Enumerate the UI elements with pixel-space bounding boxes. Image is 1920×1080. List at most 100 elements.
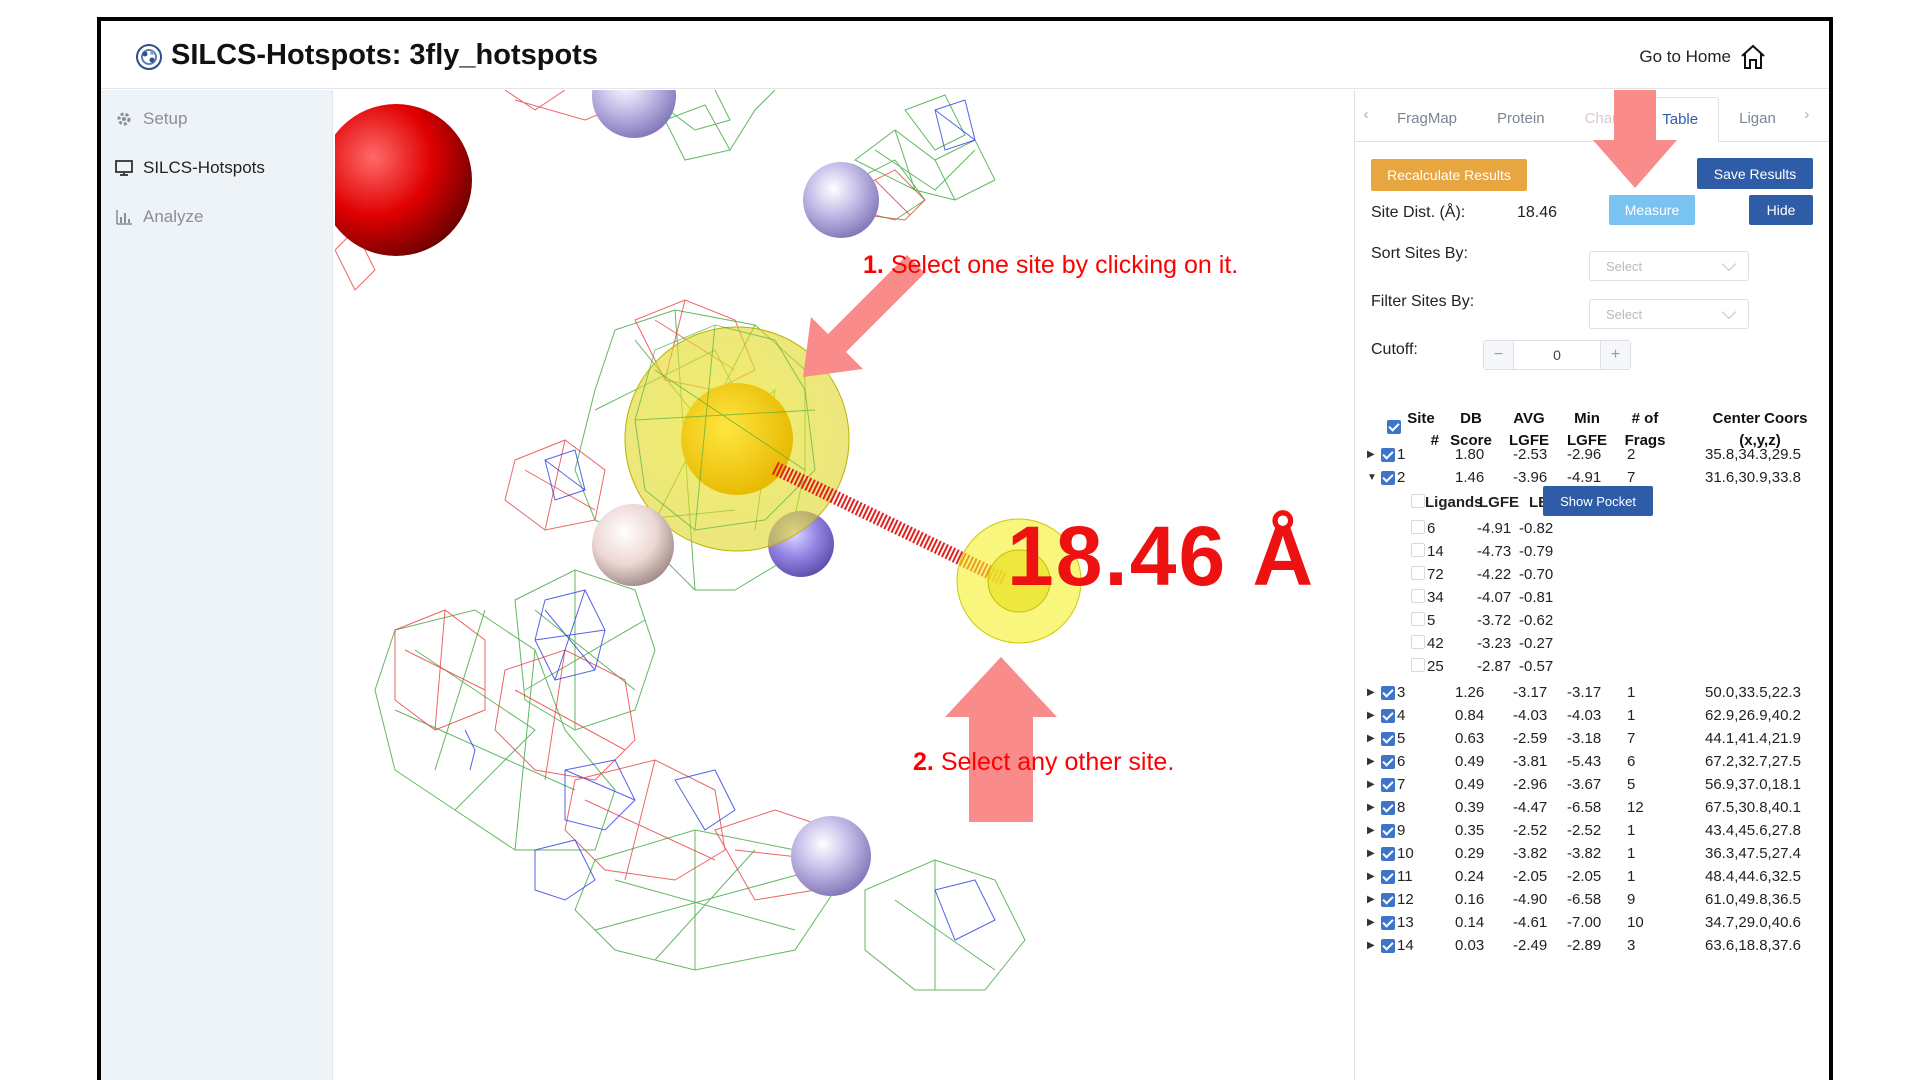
row-checkbox[interactable] bbox=[1381, 870, 1395, 884]
db-score: 1.46 bbox=[1455, 469, 1485, 486]
expand-caret-icon[interactable]: ▶ bbox=[1367, 820, 1375, 842]
table-row[interactable]: ▶ 1 1.80 -2.53 -2.96 2 35.8,34.3,29.5 bbox=[1365, 444, 1829, 466]
row-checkbox[interactable] bbox=[1381, 448, 1395, 462]
site-number: 7 bbox=[1397, 776, 1406, 793]
row-checkbox[interactable] bbox=[1381, 686, 1395, 700]
atom-sphere[interactable] bbox=[592, 504, 674, 586]
ligand-le: -0.62 bbox=[1519, 612, 1554, 629]
site-number: 4 bbox=[1397, 707, 1406, 724]
atom-sphere[interactable] bbox=[791, 816, 871, 896]
sidebar-item-silcs-hotspots[interactable]: SILCS-Hotspots bbox=[101, 143, 332, 192]
table-row[interactable]: ▶ 10 0.29 -3.82 -3.82 1 36.3,47.5,27.4 bbox=[1365, 843, 1829, 865]
expand-caret-icon[interactable]: ▶ bbox=[1367, 682, 1375, 704]
table-row[interactable]: ▶ 9 0.35 -2.52 -2.52 1 43.4,45.6,27.8 bbox=[1365, 820, 1829, 842]
avg-lgfe: -2.59 bbox=[1513, 730, 1548, 747]
ligand-checkbox[interactable] bbox=[1411, 658, 1425, 672]
table-row[interactable]: ▶ 5 0.63 -2.59 -3.18 7 44.1,41.4,21.9 bbox=[1365, 728, 1829, 750]
expand-caret-icon[interactable]: ▶ bbox=[1367, 444, 1375, 466]
expand-caret-icon[interactable]: ▶ bbox=[1367, 751, 1375, 773]
table-row[interactable]: ▶ 11 0.24 -2.05 -2.05 1 48.4,44.6,32.5 bbox=[1365, 866, 1829, 888]
collapse-caret-icon[interactable]: ▼ bbox=[1367, 467, 1377, 489]
atom-sphere[interactable] bbox=[803, 162, 879, 238]
table-row[interactable]: ▶ 7 0.49 -2.96 -3.67 5 56.9,37.0,18.1 bbox=[1365, 774, 1829, 796]
sort-select-placeholder: Select bbox=[1606, 258, 1643, 274]
center-coords: 67.5,30.8,40.1 bbox=[1705, 799, 1801, 816]
expand-caret-icon[interactable]: ▶ bbox=[1367, 797, 1375, 819]
table-row[interactable]: ▶ 3 1.26 -3.17 -3.17 1 50.0,33.5,22.3 bbox=[1365, 682, 1829, 704]
ligand-row[interactable]: 34 -4.07 -0.81 bbox=[1365, 587, 1665, 609]
expand-caret-icon[interactable]: ▶ bbox=[1367, 866, 1375, 888]
sidebar-item-label: Setup bbox=[143, 108, 188, 128]
atom-sphere[interactable] bbox=[592, 90, 676, 138]
ligand-checkbox[interactable] bbox=[1411, 566, 1425, 580]
ligand-row[interactable]: 14 -4.73 -0.79 bbox=[1365, 541, 1665, 563]
sidebar-item-label: Analyze bbox=[143, 206, 204, 226]
measure-button[interactable]: Measure bbox=[1609, 195, 1695, 225]
cutoff-decrement-button[interactable]: − bbox=[1484, 341, 1514, 369]
tabs-scroll-right-icon[interactable]: › bbox=[1796, 90, 1818, 141]
expand-caret-icon[interactable]: ▶ bbox=[1367, 843, 1375, 865]
annotation-arrow-2 bbox=[945, 657, 1057, 822]
ligand-checkbox[interactable] bbox=[1411, 635, 1425, 649]
table-row[interactable]: ▶ 12 0.16 -4.90 -6.58 9 61.0,49.8,36.5 bbox=[1365, 889, 1829, 911]
filter-sites-select[interactable]: Select bbox=[1589, 299, 1749, 329]
table-row[interactable]: ▶ 6 0.49 -3.81 -5.43 6 67.2,32.7,27.5 bbox=[1365, 751, 1829, 773]
expand-caret-icon[interactable]: ▶ bbox=[1367, 705, 1375, 727]
tab-fragmap[interactable]: FragMap bbox=[1377, 96, 1477, 141]
table-row[interactable]: ▶ 13 0.14 -4.61 -7.00 10 34.7,29.0,40.6 bbox=[1365, 912, 1829, 934]
page-title: SILCS-Hotspots: 3fly_hotspots bbox=[171, 39, 598, 71]
ligand-checkbox[interactable] bbox=[1411, 543, 1425, 557]
ligand-row[interactable]: 6 -4.91 -0.82 bbox=[1365, 518, 1665, 540]
row-checkbox[interactable] bbox=[1381, 801, 1395, 815]
tab-protein[interactable]: Protein bbox=[1477, 96, 1565, 141]
site-number: 14 bbox=[1397, 937, 1414, 954]
row-checkbox[interactable] bbox=[1381, 755, 1395, 769]
annotation-arrow-3 bbox=[1593, 90, 1677, 188]
table-row[interactable]: ▶ 8 0.39 -4.47 -6.58 12 67.5,30.8,40.1 bbox=[1365, 797, 1829, 819]
ligand-row[interactable]: 72 -4.22 -0.70 bbox=[1365, 564, 1665, 586]
min-lgfe: -2.05 bbox=[1567, 868, 1602, 885]
row-checkbox[interactable] bbox=[1381, 847, 1395, 861]
avg-lgfe: -4.47 bbox=[1513, 799, 1548, 816]
ligand-row[interactable]: 5 -3.72 -0.62 bbox=[1365, 610, 1665, 632]
min-lgfe: -2.96 bbox=[1567, 446, 1602, 463]
hide-button[interactable]: Hide bbox=[1749, 195, 1813, 225]
save-results-button[interactable]: Save Results bbox=[1697, 158, 1813, 189]
tab-ligand[interactable]: Ligan bbox=[1719, 96, 1796, 141]
row-checkbox[interactable] bbox=[1381, 916, 1395, 930]
row-checkbox[interactable] bbox=[1381, 709, 1395, 723]
ligand-id: 34 bbox=[1427, 589, 1444, 606]
cutoff-value[interactable]: 0 bbox=[1514, 341, 1600, 369]
row-checkbox[interactable] bbox=[1381, 732, 1395, 746]
row-checkbox[interactable] bbox=[1381, 778, 1395, 792]
sort-sites-select[interactable]: Select bbox=[1589, 251, 1749, 281]
row-checkbox[interactable] bbox=[1381, 824, 1395, 838]
sidebar-item-analyze[interactable]: Analyze bbox=[101, 192, 332, 241]
row-checkbox[interactable] bbox=[1381, 939, 1395, 953]
site-number: 1 bbox=[1397, 446, 1406, 463]
tabs-scroll-left-icon[interactable]: ‹ bbox=[1355, 90, 1377, 141]
expand-caret-icon[interactable]: ▶ bbox=[1367, 912, 1375, 934]
molecule-viewer-canvas[interactable]: 1. Select one site by clicking on it. 18… bbox=[335, 90, 1353, 1080]
table-row[interactable]: ▶ 14 0.03 -2.49 -2.89 3 63.6,18.8,37.6 bbox=[1365, 935, 1829, 957]
ligand-row[interactable]: 42 -3.23 -0.27 bbox=[1365, 633, 1665, 655]
table-row[interactable]: ▶ 4 0.84 -4.03 -4.03 1 62.9,26.9,40.2 bbox=[1365, 705, 1829, 727]
expand-caret-icon[interactable]: ▶ bbox=[1367, 774, 1375, 796]
row-checkbox[interactable] bbox=[1381, 893, 1395, 907]
expand-caret-icon[interactable]: ▶ bbox=[1367, 728, 1375, 750]
annotation-step-2: 2. Select any other site. bbox=[913, 748, 1175, 776]
go-home-link[interactable]: Go to Home bbox=[1639, 43, 1767, 71]
ligand-checkbox[interactable] bbox=[1411, 612, 1425, 626]
ligand-row[interactable]: 25 -2.87 -0.57 bbox=[1365, 656, 1665, 678]
ligand-checkbox[interactable] bbox=[1411, 589, 1425, 603]
sidebar-item-setup[interactable]: Setup bbox=[101, 94, 332, 143]
select-all-checkbox[interactable] bbox=[1387, 420, 1401, 434]
cutoff-increment-button[interactable]: + bbox=[1600, 341, 1630, 369]
ligand-checkbox[interactable] bbox=[1411, 520, 1425, 534]
oxygen-atom-sphere[interactable] bbox=[335, 104, 472, 256]
recalculate-results-button[interactable]: Recalculate Results bbox=[1371, 159, 1527, 191]
row-checkbox[interactable] bbox=[1381, 471, 1395, 485]
expand-caret-icon[interactable]: ▶ bbox=[1367, 935, 1375, 957]
expand-caret-icon[interactable]: ▶ bbox=[1367, 889, 1375, 911]
show-pocket-button[interactable]: Show Pocket bbox=[1543, 486, 1653, 516]
